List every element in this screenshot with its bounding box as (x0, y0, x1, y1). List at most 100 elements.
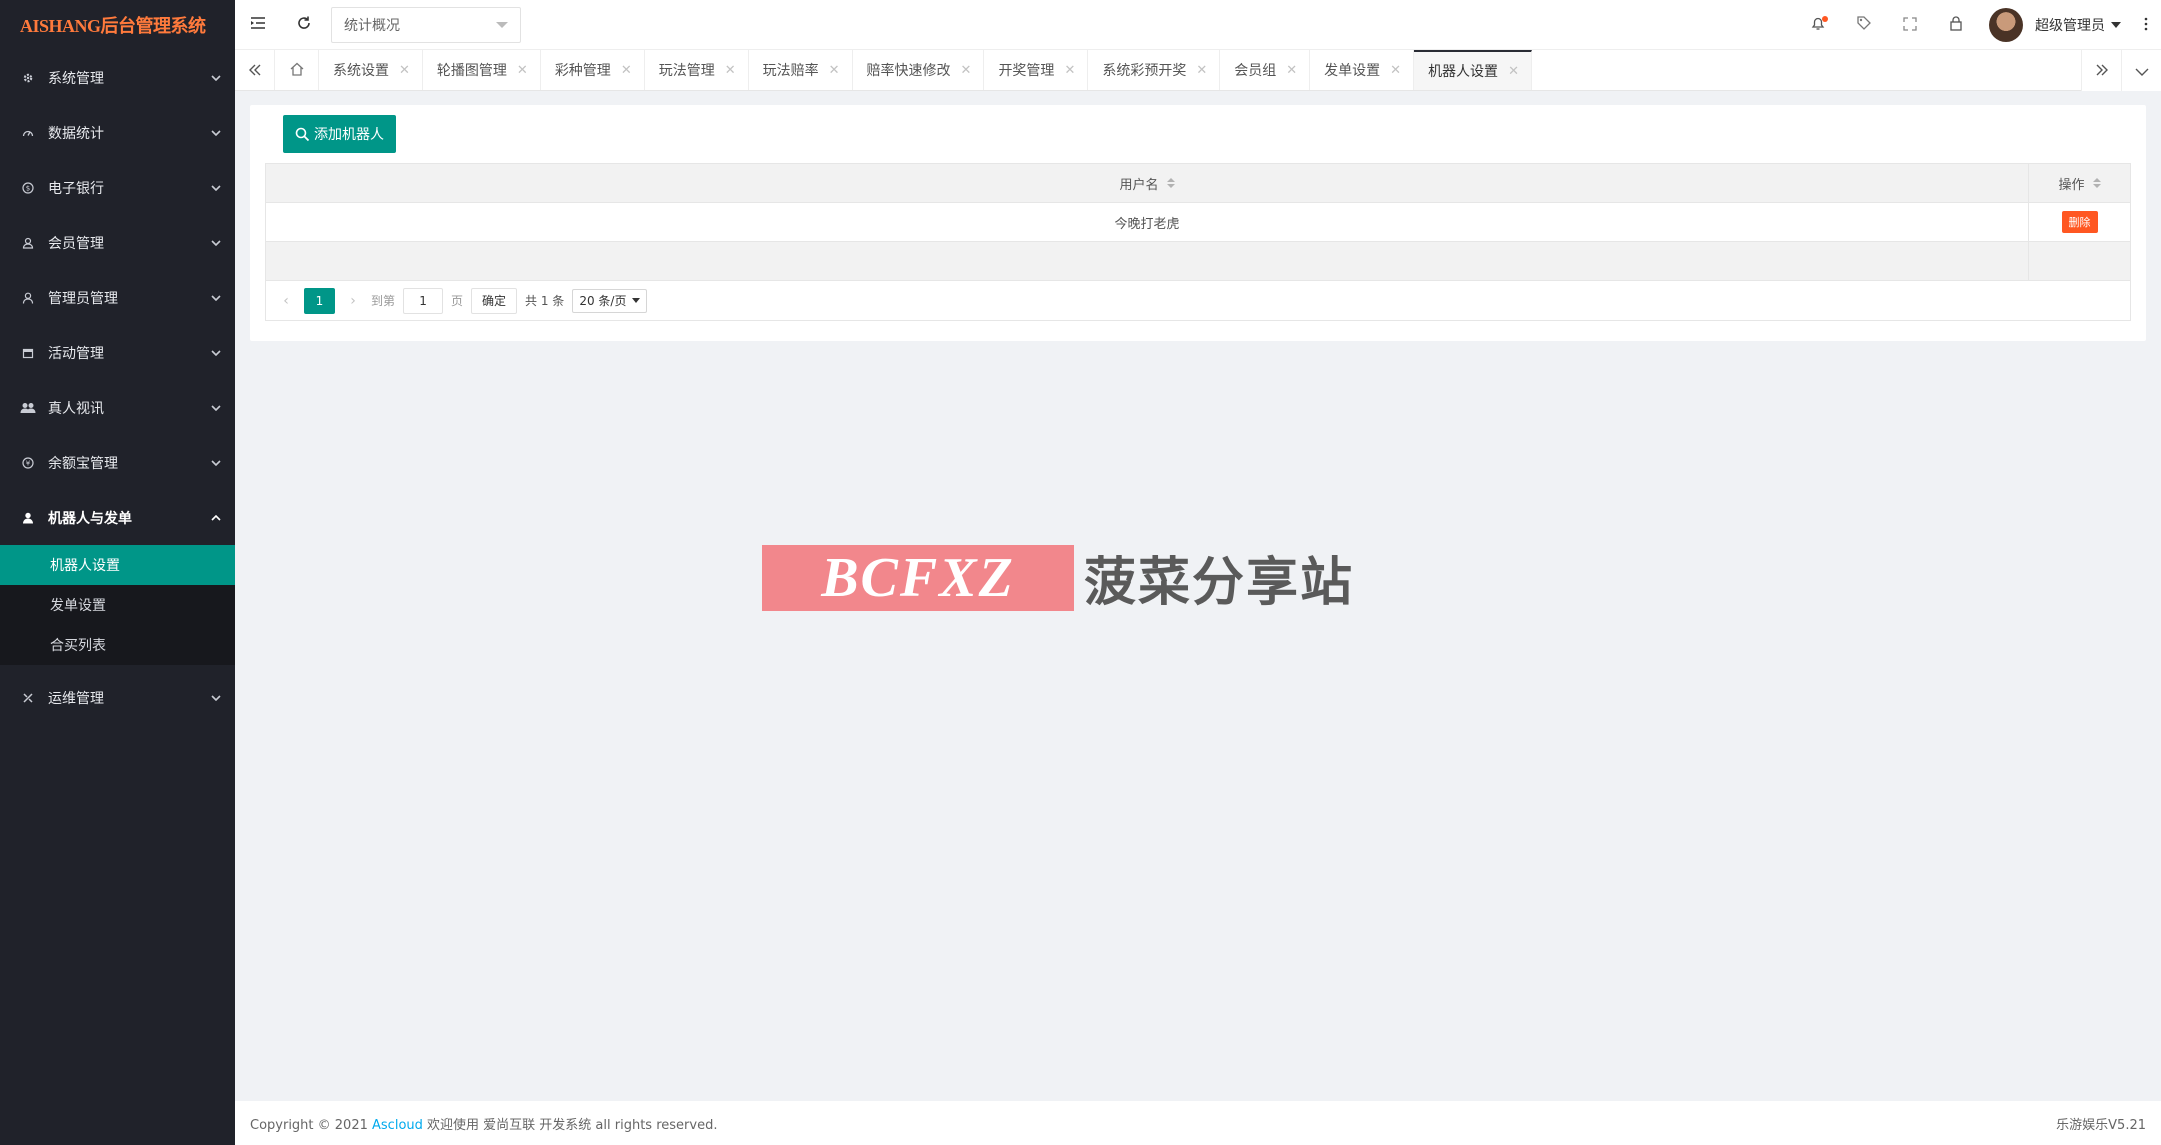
tab-play-odds[interactable]: 玩法赔率 ✕ (749, 50, 853, 90)
dashboard-icon (20, 125, 36, 141)
close-icon[interactable]: ✕ (725, 63, 736, 78)
close-icon[interactable]: ✕ (1064, 63, 1075, 78)
more-button[interactable] (2131, 0, 2161, 50)
sidebar-item-admins[interactable]: 管理员管理 (0, 270, 235, 325)
tab-label: 开奖管理 (998, 63, 1055, 79)
sidebar-subitem-robot-settings[interactable]: 机器人设置 (0, 545, 235, 585)
tab-label: 系统设置 (333, 63, 389, 79)
delete-button[interactable]: 删除 (2061, 211, 2098, 233)
sidebar-item-system[interactable]: 系统管理 (0, 50, 235, 105)
tab-label: 会员组 (1234, 63, 1277, 79)
robot-table: 用户名 操作 今晚打老虎 删除 ‹ 1 › 到第 1 页 确定 共 1 条 20… (265, 163, 2131, 321)
tab-system-pre-draw[interactable]: 系统彩预开奖 ✕ (1088, 50, 1221, 90)
pagination: ‹ 1 › 到第 1 页 确定 共 1 条 20 条/页 (266, 281, 2130, 320)
close-icon[interactable]: ✕ (1390, 63, 1401, 78)
sidebar-item-balance[interactable]: ¥ 余额宝管理 (0, 435, 235, 490)
tab-label: 发单设置 (1324, 63, 1381, 79)
chevron-down-icon (2135, 61, 2149, 80)
next-page-button[interactable]: › (343, 293, 363, 309)
close-icon[interactable]: ✕ (517, 63, 528, 78)
sidebar-subitem-order-settings[interactable]: 发单设置 (0, 585, 235, 625)
chevron-down-icon (211, 128, 221, 138)
current-page[interactable]: 1 (304, 287, 335, 314)
caret-down-icon (2111, 22, 2121, 28)
lock-screen-button[interactable] (1933, 0, 1979, 50)
add-robot-button[interactable]: 添加机器人 (283, 115, 396, 153)
fullscreen-button[interactable] (1887, 0, 1933, 50)
tab-robot-settings[interactable]: 机器人设置 ✕ (1414, 50, 1532, 90)
close-icon[interactable]: ✕ (1508, 64, 1519, 79)
tab-home[interactable] (275, 50, 319, 90)
close-icon[interactable]: ✕ (399, 63, 410, 78)
ascloud-link[interactable]: Ascloud (372, 1118, 423, 1133)
close-icon[interactable]: ✕ (621, 63, 632, 78)
close-icon[interactable]: ✕ (829, 63, 840, 78)
sidebar-item-members[interactable]: 会员管理 (0, 215, 235, 270)
tabs-dropdown-button[interactable] (2121, 50, 2161, 91)
close-icon[interactable]: ✕ (1196, 63, 1207, 78)
close-icon[interactable]: ✕ (961, 63, 972, 78)
caret-down-icon (632, 298, 641, 303)
goto-confirm-button[interactable]: 确定 (471, 287, 518, 314)
sidebar-item-label: 真人视讯 (48, 400, 104, 417)
goto-page-input[interactable]: 1 (403, 287, 444, 314)
close-icon[interactable]: ✕ (1286, 63, 1297, 78)
tab-label: 机器人设置 (1428, 64, 1499, 80)
page-size-select[interactable]: 20 条/页 (572, 288, 648, 313)
search-icon (295, 127, 310, 142)
double-chevron-left-icon (248, 61, 262, 80)
user-menu[interactable]: 超级管理员 (1979, 8, 2131, 42)
column-header-username[interactable]: 用户名 (266, 164, 2029, 202)
avatar (1989, 8, 2023, 42)
sidebar-item-bank[interactable]: $ 电子银行 (0, 160, 235, 215)
sidebar-subitem-group-buy-list[interactable]: 合买列表 (0, 625, 235, 665)
tab-label: 彩种管理 (554, 63, 611, 79)
sort-icon[interactable] (2092, 178, 2101, 188)
calendar-icon (20, 345, 36, 361)
sidebar-item-ops[interactable]: 运维管理 (0, 670, 235, 725)
sidebar-item-activities[interactable]: 活动管理 (0, 325, 235, 380)
prev-page-button[interactable]: ‹ (276, 293, 296, 309)
refresh-button[interactable] (281, 0, 327, 50)
tag-button[interactable] (1841, 0, 1887, 50)
app-logo[interactable]: AISHANG后台管理系统 (0, 0, 235, 50)
tab-member-groups[interactable]: 会员组 ✕ (1220, 50, 1311, 90)
submenu-robots: 机器人设置 发单设置 合买列表 (0, 545, 235, 665)
tab-draw-management[interactable]: 开奖管理 ✕ (984, 50, 1089, 90)
sort-icon[interactable] (1166, 178, 1175, 188)
notification-button[interactable] (1795, 0, 1841, 50)
tab-lottery-types[interactable]: 彩种管理 ✕ (541, 50, 645, 90)
tab-label: 玩法赔率 (762, 63, 819, 79)
sidebar-item-label: 运维管理 (48, 690, 104, 707)
quick-nav-select[interactable]: 统计概况 (331, 6, 521, 43)
sidebar-menu: 系统管理 数据统计 $ 电子银行 会员管理 管理员管理 活动管理 真人视讯 ¥ … (0, 50, 235, 725)
tabs-scroll-right-button[interactable] (2081, 50, 2121, 91)
tab-order-settings[interactable]: 发单设置 ✕ (1310, 50, 1415, 90)
cell-username: 今晚打老虎 (266, 203, 2029, 241)
user-icon (20, 235, 36, 251)
tab-label: 赔率快速修改 (866, 63, 951, 79)
watermark-text: 菠菜分享站 (1084, 553, 1355, 613)
page-size-value: 20 条/页 (579, 294, 627, 308)
tab-odds-quick-edit[interactable]: 赔率快速修改 ✕ (853, 50, 985, 90)
sidebar-item-stats[interactable]: 数据统计 (0, 105, 235, 160)
column-header-action[interactable]: 操作 (2029, 164, 2130, 202)
chevron-down-icon (211, 693, 221, 703)
tabs-right-controls (2081, 50, 2161, 91)
watermark: BCFXZ 菠菜分享站 (762, 540, 1354, 615)
column-header-label: 用户名 (1119, 177, 1159, 193)
gear-icon (20, 70, 36, 86)
menu-toggle-button[interactable] (235, 0, 281, 50)
sidebar-item-live[interactable]: 真人视讯 (0, 380, 235, 435)
sidebar-item-robots[interactable]: 机器人与发单 (0, 490, 235, 545)
tabs-scroll-left-button[interactable] (235, 50, 275, 90)
tab-system-settings[interactable]: 系统设置 ✕ (319, 50, 423, 90)
version-label: 乐游娱乐V5.21 (2056, 1117, 2146, 1133)
column-header-label: 操作 (2058, 177, 2085, 193)
page-tabs: 系统设置 ✕ 轮播图管理 ✕ 彩种管理 ✕ 玩法管理 ✕ 玩法赔率 ✕ 赔率快速修改 ✕ 开… (235, 50, 2161, 91)
tab-banner-management[interactable]: 轮播图管理 ✕ (423, 50, 541, 90)
sidebar-item-label: 管理员管理 (48, 290, 118, 307)
tab-play-management[interactable]: 玩法管理 ✕ (645, 50, 749, 90)
users-icon (20, 400, 36, 416)
more-vertical-icon (2144, 16, 2148, 35)
